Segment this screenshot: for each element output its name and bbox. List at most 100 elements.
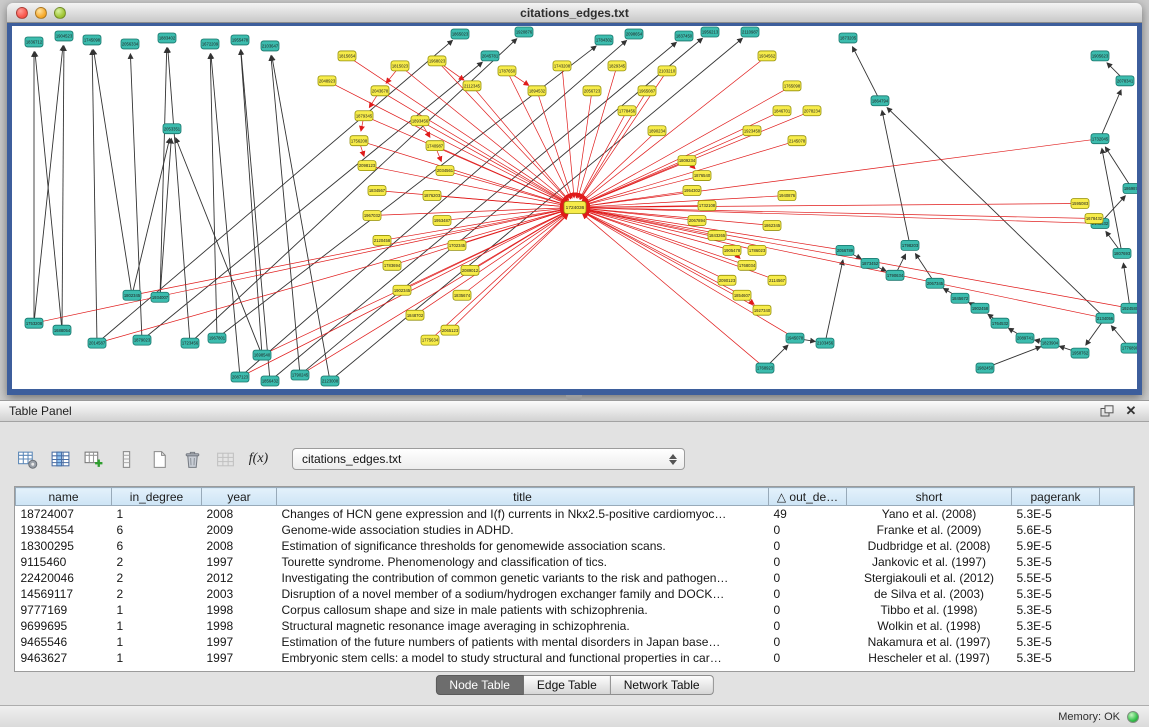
window-titlebar[interactable]: citations_edges.txt bbox=[7, 3, 1142, 23]
table-cell[interactable]: Jankovic et al. (1997) bbox=[847, 554, 1012, 570]
graph-edge[interactable] bbox=[537, 91, 572, 198]
table-row[interactable]: 946362711997Embryonic stem cells: a mode… bbox=[16, 650, 1134, 666]
table-cell[interactable]: Changes of HCN gene expression and I(f) … bbox=[277, 506, 769, 522]
table-cell[interactable]: Estimation of significance thresholds fo… bbox=[277, 538, 769, 554]
graph-edge[interactable] bbox=[585, 139, 1100, 207]
graph-node[interactable]: 2098123 bbox=[358, 161, 376, 171]
column-header-short[interactable]: short bbox=[847, 488, 1012, 506]
graph-node[interactable]: 1890234 bbox=[648, 126, 666, 136]
graph-edge[interactable] bbox=[1102, 148, 1122, 253]
graph-node[interactable]: 1740987 bbox=[426, 141, 444, 151]
graph-node[interactable]: 1958762 bbox=[1071, 348, 1089, 358]
graph-node[interactable]: 1967801 bbox=[208, 333, 226, 343]
table-cell[interactable]: 0 bbox=[769, 618, 847, 634]
table-cell[interactable]: 5.6E-5 bbox=[1012, 522, 1100, 538]
graph-node[interactable]: 1837450 bbox=[675, 31, 693, 41]
graph-node[interactable]: 1923458 bbox=[743, 126, 761, 136]
table-cell[interactable]: 1 bbox=[112, 650, 202, 666]
table-cell[interactable]: Disruption of a novel member of a sodium… bbox=[277, 586, 769, 602]
graph-node[interactable]: 1876203 bbox=[423, 191, 441, 201]
table-cell[interactable]: 2 bbox=[112, 554, 202, 570]
table-cell[interactable]: 0 bbox=[769, 522, 847, 538]
graph-edge[interactable] bbox=[420, 121, 566, 203]
graph-node[interactable]: 1902345 bbox=[393, 285, 411, 295]
table-cell[interactable]: 9115460 bbox=[16, 554, 112, 570]
graph-node[interactable]: 1698540 bbox=[253, 350, 271, 360]
graph-node[interactable]: 1745098 bbox=[83, 35, 101, 45]
graph-node[interactable]: 1753208 bbox=[25, 318, 43, 328]
network-canvas[interactable]: 1836712190452317450982056334188340216722… bbox=[12, 26, 1137, 389]
table-cell[interactable]: 0 bbox=[769, 586, 847, 602]
table-row[interactable]: 1872400712008Changes of HCN gene express… bbox=[16, 506, 1134, 522]
graph-edge[interactable] bbox=[300, 213, 566, 375]
graph-node[interactable]: 1732108 bbox=[698, 201, 716, 211]
graph-edge[interactable] bbox=[34, 210, 565, 324]
table-cell[interactable]: 18724007 bbox=[16, 506, 112, 522]
zoom-window-button[interactable] bbox=[54, 7, 66, 19]
table-cell[interactable]: Structural magnetic resonance image aver… bbox=[277, 618, 769, 634]
graph-node[interactable]: 1954302 bbox=[683, 186, 701, 196]
graph-node[interactable]: 1862345 bbox=[763, 220, 781, 230]
table-cell[interactable]: 9699695 bbox=[16, 618, 112, 634]
graph-edge[interactable] bbox=[211, 54, 240, 377]
table-cell[interactable]: Franke et al. (2009) bbox=[847, 522, 1012, 538]
map-table-button-disabled[interactable] bbox=[212, 446, 239, 472]
graph-node[interactable]: 2090123 bbox=[718, 275, 736, 285]
table-row[interactable]: 911546021997Tourette syndrome. Phenomeno… bbox=[16, 554, 1134, 570]
graph-node[interactable]: 1846701 bbox=[773, 106, 791, 116]
table-cell[interactable]: 5.3E-5 bbox=[1012, 506, 1100, 522]
graph-edge[interactable] bbox=[94, 50, 132, 295]
graph-node[interactable]: 1934007 bbox=[151, 292, 169, 302]
table-cell[interactable]: Tourette syndrome. Phenomenology and cla… bbox=[277, 554, 769, 570]
graph-node[interactable]: 2112345 bbox=[463, 81, 481, 91]
graph-node[interactable]: 1764532 bbox=[991, 318, 1009, 328]
graph-edge[interactable] bbox=[585, 210, 1105, 319]
network-graph[interactable]: 1836712190452317450982056334188340216722… bbox=[12, 26, 1137, 389]
table-cell[interactable]: Nakamura et al. (1997) bbox=[847, 634, 1012, 650]
graph-node[interactable]: 2014587 bbox=[88, 338, 106, 348]
graph-node[interactable]: 1829345 bbox=[608, 61, 626, 71]
graph-edge[interactable] bbox=[132, 138, 170, 295]
table-cell[interactable]: Embryonic stem cells: a model to study s… bbox=[277, 650, 769, 666]
graph-node[interactable]: 1873452 bbox=[861, 258, 879, 268]
graph-edge[interactable] bbox=[437, 61, 568, 200]
tab-edge-table[interactable]: Edge Table bbox=[524, 675, 611, 695]
minimize-window-button[interactable] bbox=[35, 7, 47, 19]
graph-node[interactable]: 1879023 bbox=[133, 335, 151, 345]
table-selector-dropdown[interactable]: citations_edges.txt bbox=[292, 448, 685, 470]
graph-node[interactable]: 2089012 bbox=[461, 265, 479, 275]
graph-edge[interactable] bbox=[882, 111, 910, 246]
table-cell[interactable]: 6 bbox=[112, 538, 202, 554]
table-cell[interactable]: Wolkin et al. (1998) bbox=[847, 618, 1012, 634]
graph-node[interactable]: 1904523 bbox=[55, 31, 73, 41]
graph-node[interactable]: 2123008 bbox=[321, 376, 339, 386]
table-cell[interactable]: Investigating the contribution of common… bbox=[277, 570, 769, 586]
graph-edge[interactable] bbox=[584, 131, 752, 204]
graph-node[interactable]: 1815654 bbox=[338, 51, 356, 61]
graph-node[interactable]: 1854607 bbox=[733, 290, 751, 300]
column-header-out_de[interactable]: △ out_de… bbox=[769, 488, 847, 506]
graph-node[interactable]: 1776890 bbox=[1121, 343, 1137, 353]
table-cell[interactable]: 0 bbox=[769, 538, 847, 554]
memory-indicator[interactable] bbox=[1127, 711, 1139, 723]
graph-node[interactable]: 1672209 bbox=[201, 39, 219, 49]
new-document-button[interactable] bbox=[146, 446, 173, 472]
table-cell[interactable]: Tibbo et al. (1998) bbox=[847, 602, 1012, 618]
graph-node[interactable]: 2048923 bbox=[318, 76, 336, 86]
table-cell[interactable]: 1 bbox=[112, 506, 202, 522]
graph-node[interactable]: 1595083 bbox=[1071, 199, 1089, 209]
graph-node[interactable]: 2043678 bbox=[371, 86, 389, 96]
graph-edge[interactable] bbox=[585, 204, 1080, 208]
graph-node[interactable]: 1893456 bbox=[411, 116, 429, 126]
graph-node[interactable]: 1815023 bbox=[391, 61, 409, 71]
table-row[interactable]: 969969511998Structural magnetic resonanc… bbox=[16, 618, 1134, 634]
graph-node[interactable]: 2045781 bbox=[481, 51, 499, 61]
graph-edge[interactable] bbox=[585, 209, 1130, 308]
graph-node[interactable]: 2067345 bbox=[926, 278, 944, 288]
graph-node[interactable]: 1835674 bbox=[453, 290, 471, 300]
graph-node[interactable]: 1756208 bbox=[350, 136, 368, 146]
table-cell[interactable]: 2008 bbox=[202, 538, 277, 554]
graph-node[interactable]: 1768034 bbox=[738, 260, 756, 270]
table-cell[interactable]: 5.3E-5 bbox=[1012, 650, 1100, 666]
table-cell[interactable]: 2008 bbox=[202, 506, 277, 522]
